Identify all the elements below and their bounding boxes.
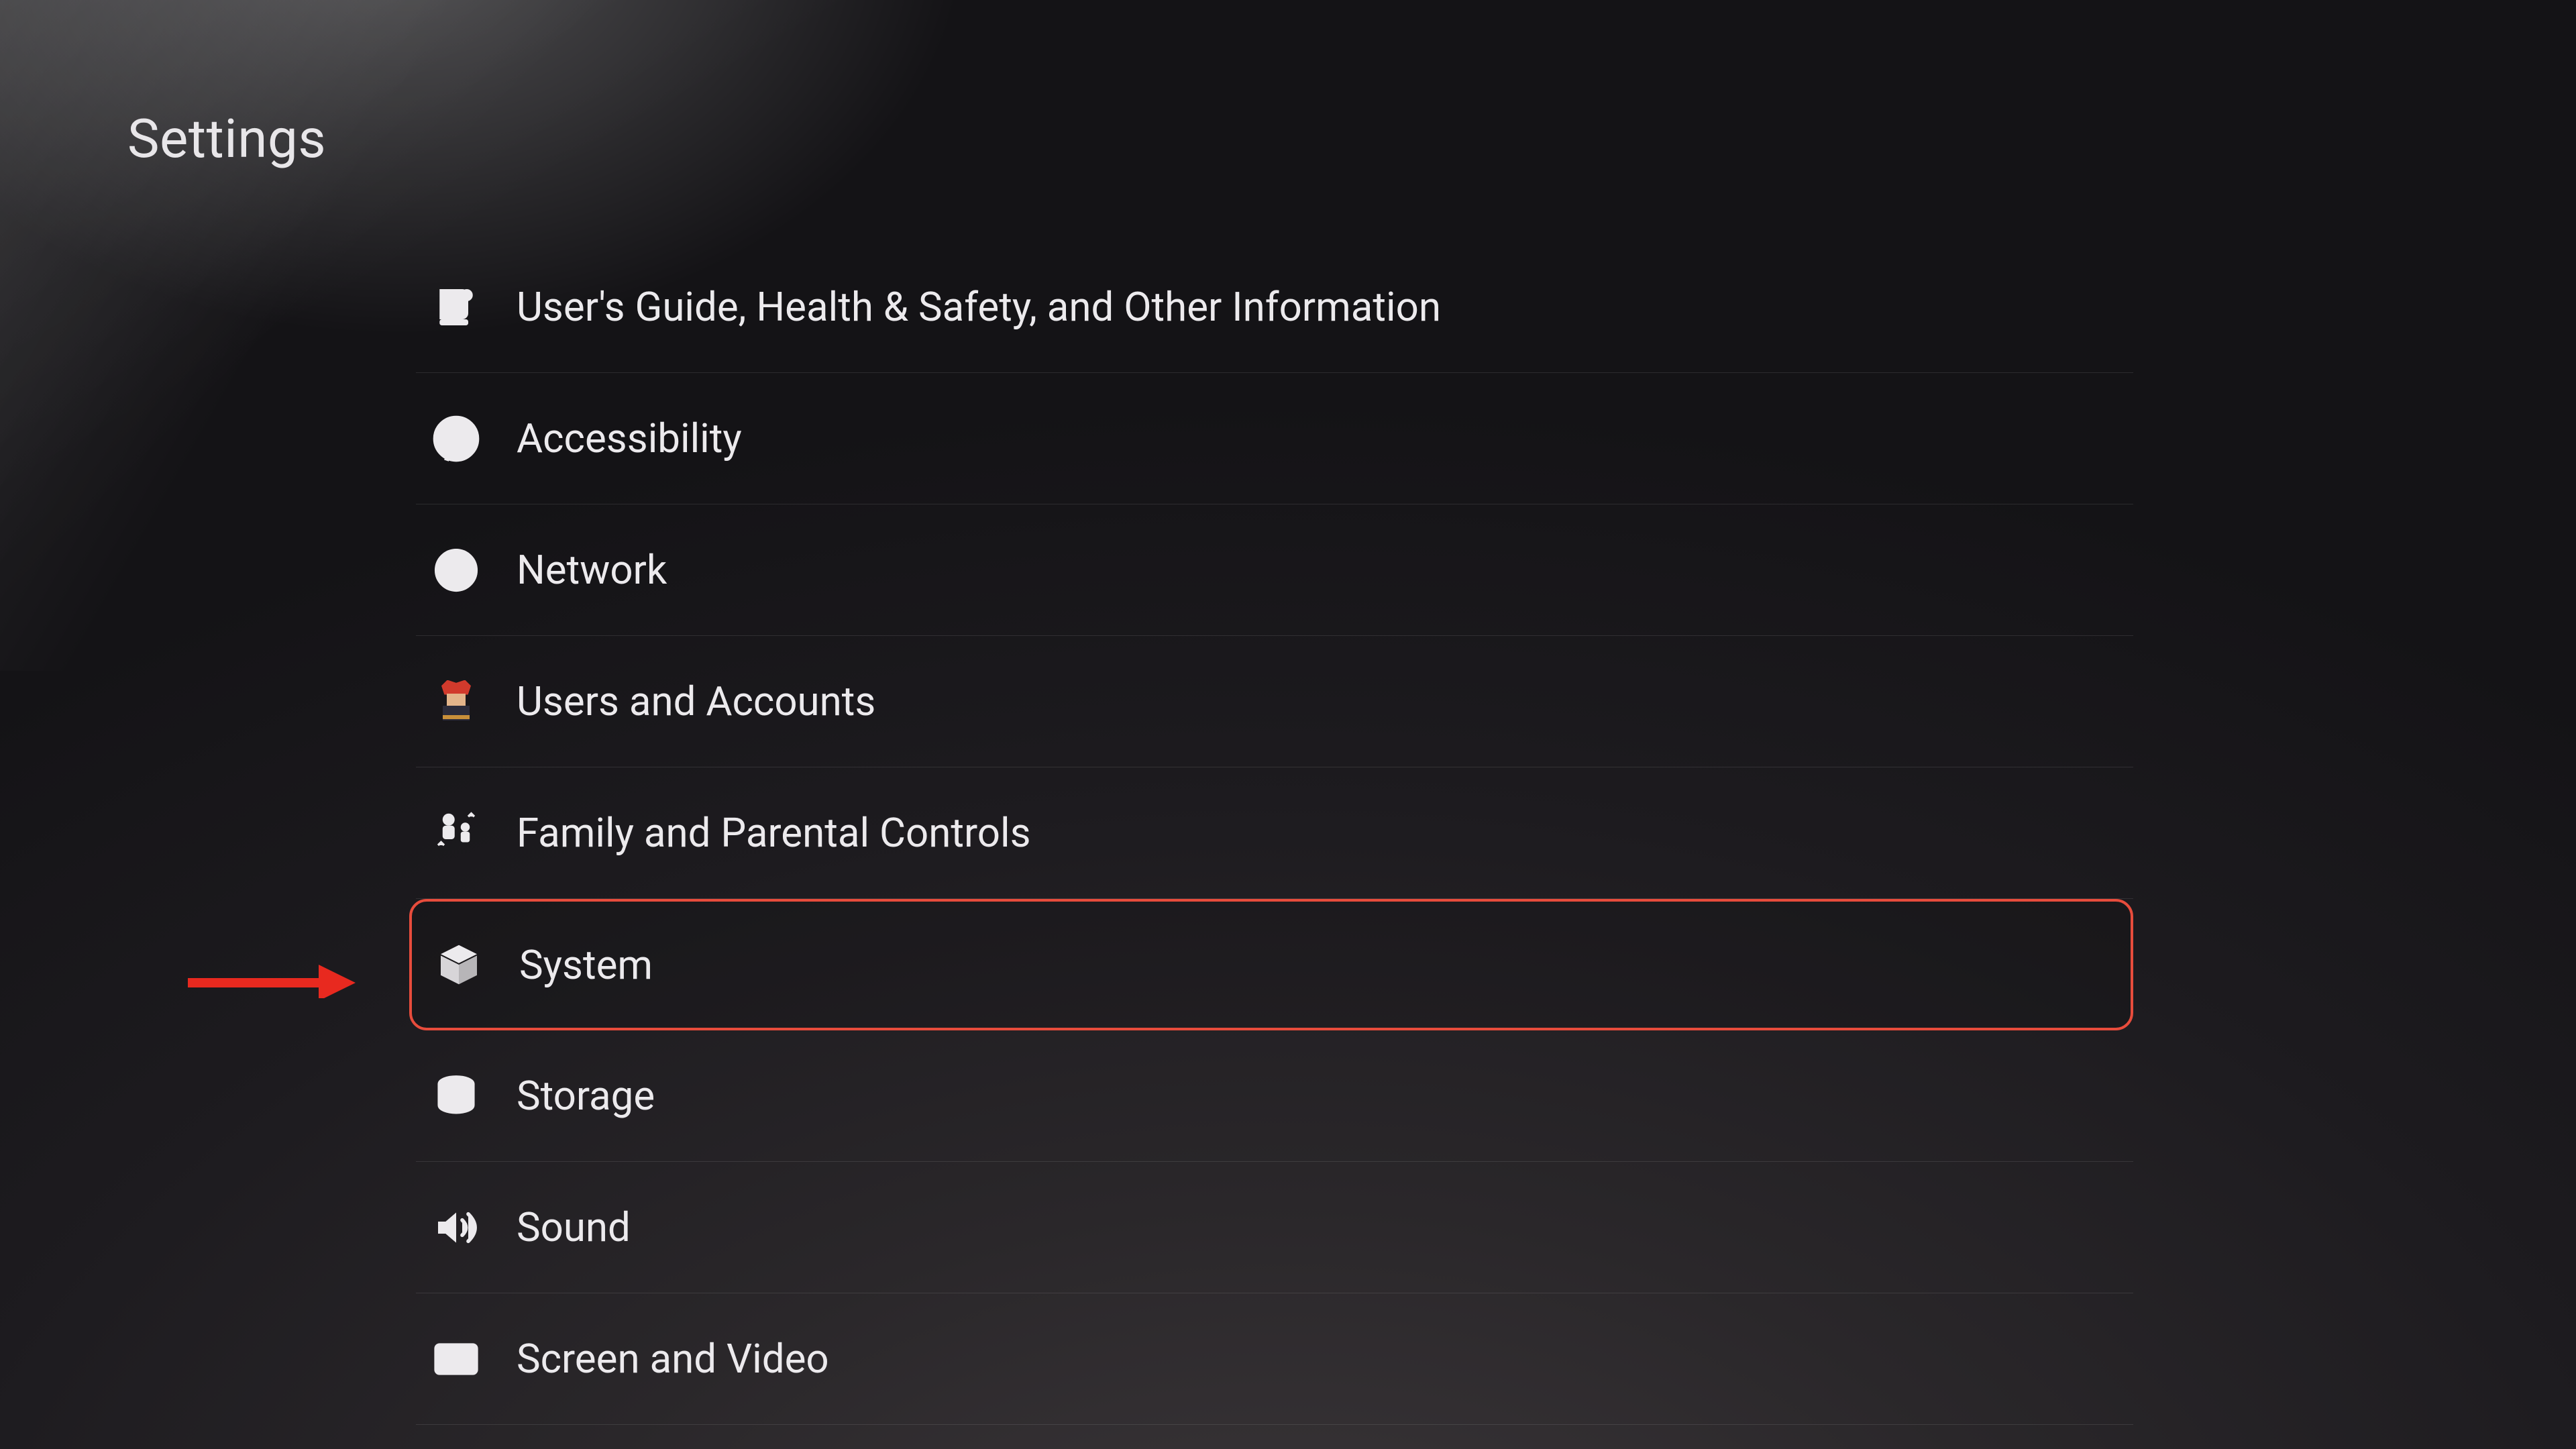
avatar-icon — [429, 675, 483, 729]
family-icon — [429, 806, 483, 860]
menu-item-label: Family and Parental Controls — [517, 809, 1031, 857]
menu-item-label: Accessibility — [517, 415, 742, 462]
speaker-icon — [429, 1201, 483, 1254]
menu-item-label: System — [519, 941, 653, 989]
menu-item-label: Network — [517, 546, 667, 594]
screen-icon — [429, 1332, 483, 1386]
menu-item-label: Storage — [517, 1072, 655, 1120]
menu-item-storage[interactable]: Storage — [416, 1030, 2133, 1162]
storage-icon — [429, 1069, 483, 1123]
menu-item-label: Screen and Video — [517, 1335, 829, 1383]
settings-menu: User's Guide, Health & Safety, and Other… — [416, 241, 2133, 1425]
menu-item-label: Sound — [517, 1203, 631, 1251]
cube-icon — [432, 938, 486, 991]
menu-item-network[interactable]: Network — [416, 504, 2133, 636]
menu-item-guide[interactable]: User's Guide, Health & Safety, and Other… — [416, 241, 2133, 373]
menu-item-screen[interactable]: Screen and Video — [416, 1293, 2133, 1425]
globe-icon — [429, 543, 483, 597]
menu-item-sound[interactable]: Sound — [416, 1162, 2133, 1293]
menu-item-label: Users and Accounts — [517, 678, 875, 725]
menu-item-label: User's Guide, Health & Safety, and Other… — [517, 283, 1441, 331]
menu-item-system[interactable]: System — [409, 899, 2133, 1030]
menu-item-family[interactable]: Family and Parental Controls — [416, 767, 2133, 899]
guide-icon — [429, 280, 483, 334]
menu-item-users[interactable]: Users and Accounts — [416, 636, 2133, 767]
page-title: Settings — [127, 107, 326, 170]
accessibility-icon — [429, 412, 483, 466]
annotation-arrow — [188, 965, 356, 998]
menu-item-accessibility[interactable]: Accessibility — [416, 373, 2133, 504]
